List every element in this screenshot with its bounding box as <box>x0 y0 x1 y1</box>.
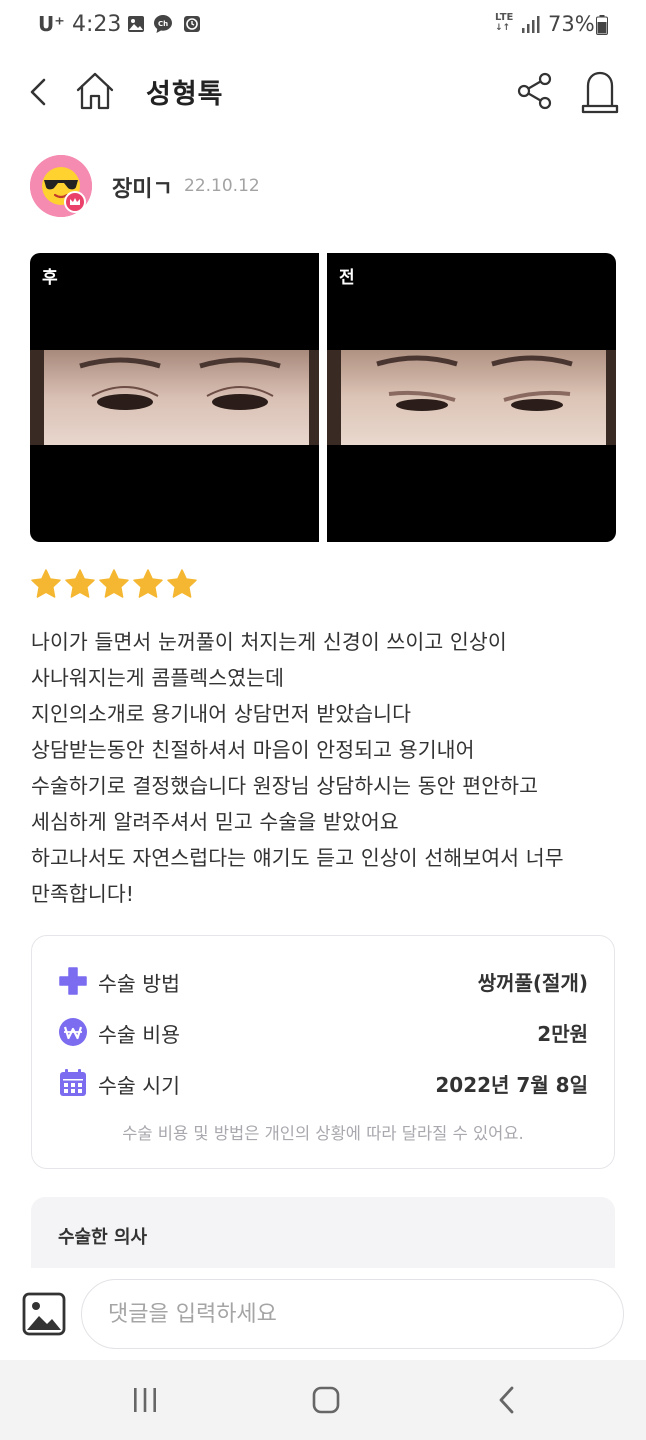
after-label: 후 <box>42 268 58 288</box>
won-icon <box>59 1018 87 1046</box>
image-upload-icon[interactable] <box>22 1292 66 1336</box>
network-type: LTE ↓↑ <box>495 12 514 34</box>
surgery-cost-label: 수술 비용 <box>98 1023 180 1047</box>
page-title: 성형톡 <box>146 79 224 110</box>
clock-time: 4:23 <box>72 12 122 37</box>
author-name[interactable]: 장미ㄱ <box>112 171 173 203</box>
clock-icon <box>184 16 200 32</box>
post-date: 22.10.12 <box>184 176 260 196</box>
carrier-label: U⁺ <box>38 12 65 36</box>
review-line: 하고나서도 자연스럽다는 얘기도 듣고 인상이 선해보여서 너무 <box>31 846 564 870</box>
calendar-icon <box>60 1069 86 1096</box>
surgery-cost-value: 2만원 <box>537 1022 588 1046</box>
star-icon <box>31 569 61 598</box>
chat-icon: Ch <box>154 15 172 33</box>
home-icon[interactable] <box>74 70 116 112</box>
back-icon[interactable] <box>22 72 54 112</box>
surgery-method-value: 쌍꺼풀(절개) <box>477 971 588 995</box>
crown-badge-icon <box>64 191 86 213</box>
disclaimer-note: 수술 비용 및 방법은 개인의 상황에 따라 달라질 수 있어요. <box>122 1124 524 1143</box>
before-label: 전 <box>339 268 355 288</box>
review-line: 만족합니다! <box>31 882 135 906</box>
eye-photo-image <box>327 350 616 445</box>
eye-photo-image <box>30 350 319 445</box>
back-nav-icon[interactable] <box>487 1380 527 1420</box>
surgery-method-label: 수술 방법 <box>98 972 180 996</box>
comment-bar <box>0 1268 646 1360</box>
star-icon <box>167 569 197 598</box>
review-line: 지인의소개로 용기내어 상담먼저 받았습니다 <box>31 702 412 726</box>
review-line: 세심하게 알려주셔서 믿고 수술을 받았어요 <box>31 810 399 834</box>
status-bar: U⁺ 4:23 Ch LTE ↓↑ 73% <box>0 0 646 52</box>
star-icon <box>65 569 95 598</box>
review-line: 사나워지는게 콤플렉스였는데 <box>31 666 285 690</box>
plus-icon <box>59 967 87 995</box>
battery-percent: 73% <box>548 12 595 36</box>
star-icon <box>133 569 163 598</box>
before-photo[interactable]: 전 <box>327 253 616 542</box>
star-icon <box>99 569 129 598</box>
svg-text:Ch: Ch <box>158 20 168 28</box>
doctor-section-title: 수술한 의사 <box>58 1227 148 1248</box>
surgery-info-card: 수술 방법 쌍꺼풀(절개) 수술 비용 2만원 수술 시기 2022년 7월 8… <box>31 935 615 1169</box>
author-header: 장미ㄱ 22.10.12 <box>30 155 620 217</box>
surgery-date-row: 수술 시기 2022년 7월 8일 <box>58 1066 588 1100</box>
app-bar: 성형톡 <box>0 60 646 124</box>
surgery-date-label: 수술 시기 <box>98 1074 180 1098</box>
avatar[interactable] <box>30 155 92 217</box>
review-line: 상담받는동안 친절하셔서 마음이 안정되고 용기내어 <box>31 738 475 762</box>
share-icon[interactable] <box>514 70 556 112</box>
comment-input[interactable] <box>81 1279 624 1349</box>
surgery-method-row: 수술 방법 쌍꺼풀(절개) <box>58 964 588 998</box>
recent-apps-icon[interactable] <box>125 1380 165 1420</box>
after-photo[interactable]: 후 <box>30 253 319 542</box>
review-text: 나이가 들면서 눈꺼풀이 처지는게 신경이 쓰이고 인상이 사나워지는게 콤플렉… <box>31 624 621 912</box>
home-nav-icon[interactable] <box>306 1380 346 1420</box>
review-line: 수술하기로 결정했습니다 원장님 상담하시는 동안 편안하고 <box>31 774 539 798</box>
review-line: 나이가 들면서 눈꺼풀이 처지는게 신경이 쓰이고 인상이 <box>31 630 507 654</box>
surgery-date-value: 2022년 7월 8일 <box>435 1073 588 1097</box>
doctor-section: 수술한 의사 <box>31 1197 615 1269</box>
bell-icon[interactable] <box>578 68 622 114</box>
surgery-cost-row: 수술 비용 2만원 <box>58 1015 588 1049</box>
rating-stars <box>30 568 198 602</box>
system-nav-bar <box>0 1360 646 1440</box>
battery-icon <box>596 15 608 35</box>
signal-icon <box>522 16 540 33</box>
gallery-icon <box>128 16 144 32</box>
